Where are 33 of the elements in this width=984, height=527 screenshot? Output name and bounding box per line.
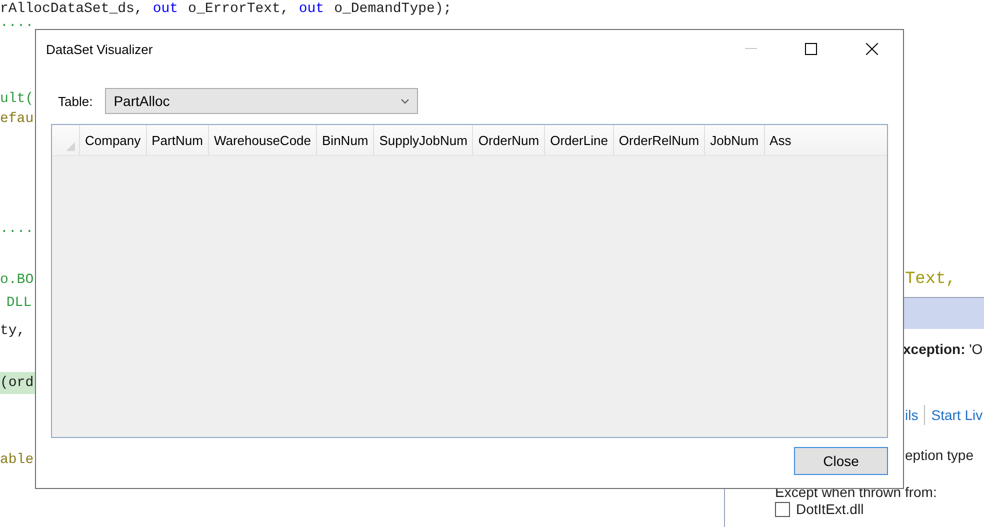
column-header[interactable]: SupplyJobNum (373, 125, 472, 155)
code-line: ty, (0, 322, 26, 341)
window-title: DataSet Visualizer (46, 42, 154, 56)
column-header[interactable]: OrderRelNum (612, 125, 704, 155)
table-dropdown[interactable]: PartAlloc (104, 88, 418, 114)
column-header[interactable]: OrderLine (544, 125, 613, 155)
code-text: Text, (904, 269, 956, 291)
column-header[interactable]: WarehouseCode (208, 125, 316, 155)
column-header[interactable]: PartNum (146, 125, 208, 155)
code-line: ult( (0, 90, 35, 109)
link[interactable]: Start Liv (931, 407, 983, 423)
table-label: Table: (58, 94, 93, 108)
close-dialog-button[interactable]: Close (794, 447, 888, 475)
maximize-icon (805, 43, 817, 55)
select-all-icon[interactable] (66, 142, 75, 151)
close-icon (866, 43, 878, 55)
link[interactable]: ils (905, 407, 918, 423)
code-line: o.BO (0, 271, 35, 290)
column-header[interactable]: Ass (764, 125, 796, 155)
exception-message: xception: 'O (903, 341, 984, 357)
column-header[interactable]: Company (79, 125, 146, 155)
code-line: DLL (5, 294, 33, 313)
checkbox[interactable] (775, 502, 790, 516)
code-line: able (0, 451, 35, 470)
column-header[interactable]: BinNum (316, 125, 374, 155)
chevron-icon (400, 98, 409, 104)
option-text: eption type (905, 447, 974, 463)
minimize-icon (745, 48, 757, 50)
module-label: DotItExt.dll (796, 501, 864, 517)
code-line: efau (0, 110, 35, 129)
column-header[interactable]: JobNum (704, 125, 764, 155)
code-line: .... (0, 220, 35, 239)
column-header[interactable]: OrderNum (472, 125, 544, 155)
